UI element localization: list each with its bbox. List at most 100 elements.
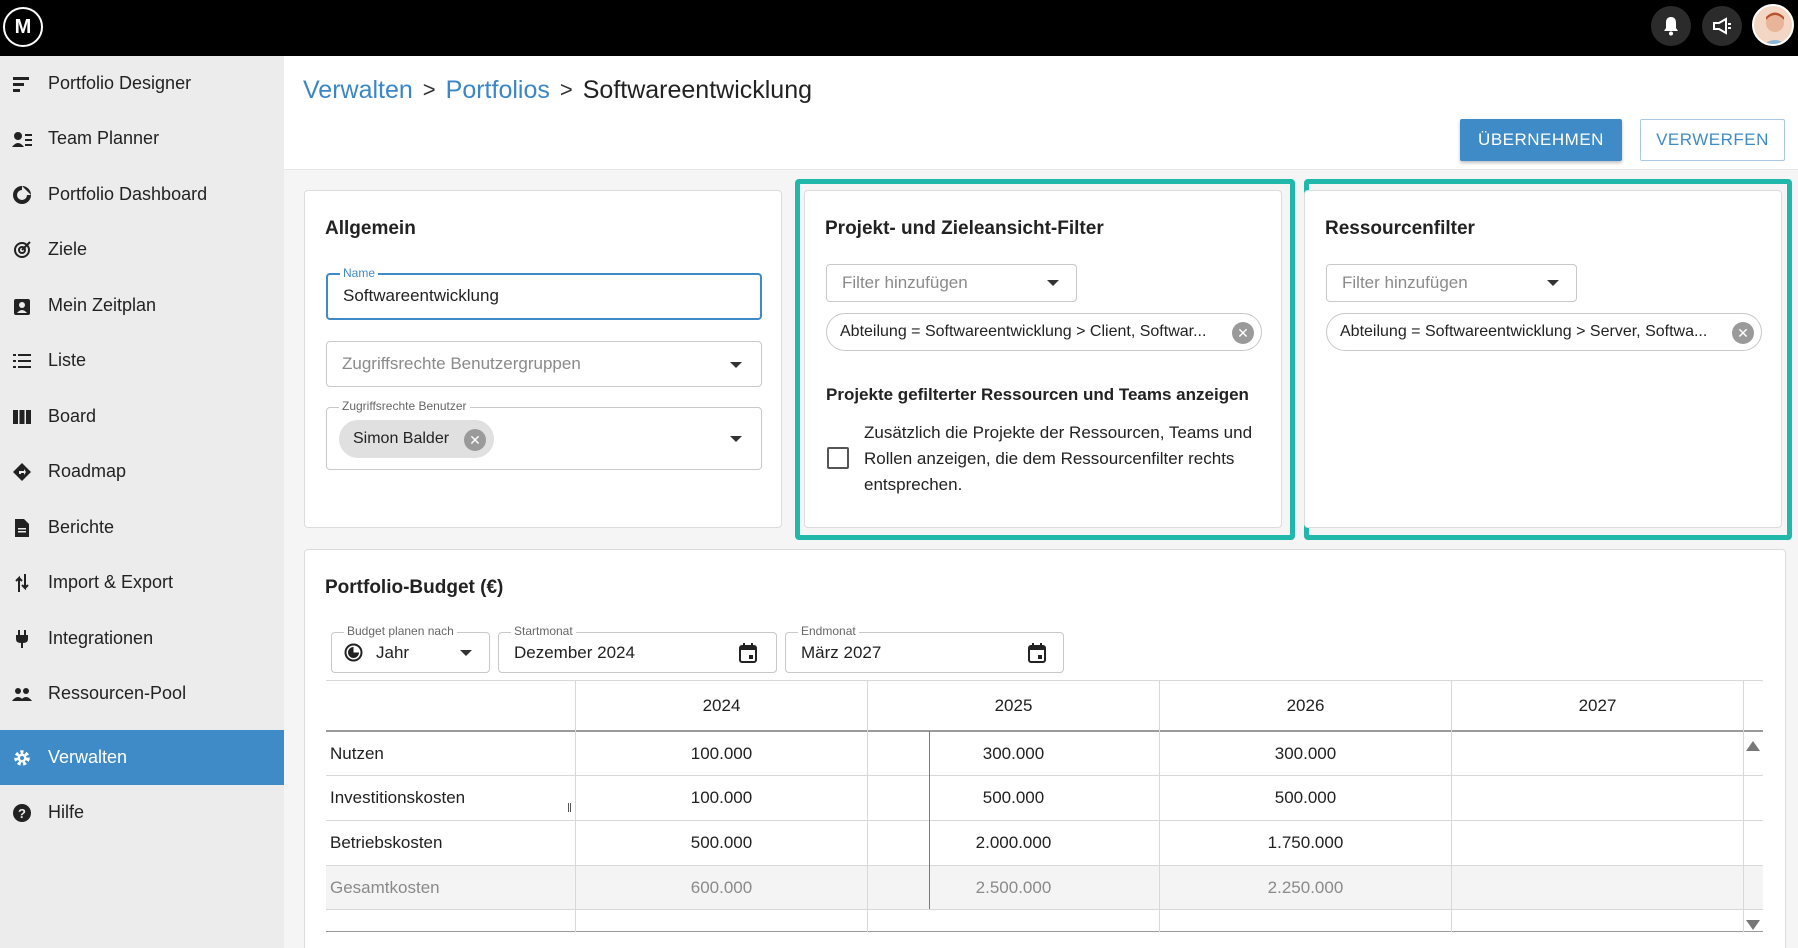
project-filter-subtitle: Projekte gefilterter Ressourcen und Team… — [826, 385, 1249, 404]
megaphone-icon[interactable] — [1702, 6, 1742, 46]
row-label: Investitionskosten — [330, 788, 466, 807]
group-rights-placeholder: Zugriffsrechte Benutzergruppen — [342, 354, 581, 373]
sidebar-item-ressourcen-pool[interactable]: Ressourcen-Pool — [0, 666, 284, 721]
breadcrumb-separator: > — [559, 77, 573, 102]
project-filter-title: Projekt- und Zieleansicht-Filter — [825, 218, 1104, 239]
resource-filter-chip: Abteilung = Softwareentwicklung > Server… — [1326, 313, 1762, 351]
sidebar-item-label: Ressourcen-Pool — [48, 683, 187, 703]
sidebar-item-label: Board — [48, 406, 97, 426]
resource-filter-chip-label: Abteilung = Softwareentwicklung > Server… — [1340, 323, 1708, 340]
column-header: 2026 — [1286, 695, 1325, 715]
column-header: 2025 — [994, 695, 1033, 715]
chevron-down-icon — [730, 436, 742, 442]
user-rights-select[interactable]: Zugriffsrechte Benutzer Simon Balder ✕ — [326, 399, 762, 470]
scroll-down-icon[interactable] — [1746, 917, 1760, 935]
sidebar-item-portfolio-dashboard[interactable]: Portfolio Dashboard — [0, 167, 284, 222]
table-cell[interactable] — [1452, 732, 1743, 775]
remove-chip-icon[interactable]: ✕ — [1232, 322, 1254, 344]
plug-icon — [12, 629, 32, 649]
sidebar-item-label: Mein Zeitplan — [48, 295, 157, 315]
masterplan-logo-icon[interactable]: M — [3, 7, 43, 47]
breadcrumb-link-verwalten[interactable]: Verwalten — [303, 76, 413, 105]
resource-filter-add-placeholder: Filter hinzufügen — [1342, 273, 1468, 292]
time-icon — [344, 643, 363, 667]
sidebar-item-label: Verwalten — [48, 747, 128, 767]
remove-chip-icon[interactable]: ✕ — [464, 429, 486, 451]
project-filter-add-select[interactable]: Filter hinzufügen — [826, 264, 1077, 302]
table-cell[interactable]: 500.000 — [868, 776, 1159, 820]
sidebar-item-verwalten[interactable]: Verwalten — [0, 730, 284, 785]
table-cell[interactable]: 100.000 — [576, 732, 867, 775]
user-avatar[interactable] — [1752, 4, 1794, 46]
group-rights-select[interactable]: Zugriffsrechte Benutzergruppen — [326, 341, 762, 387]
table-cell[interactable]: 300.000 — [1160, 732, 1451, 775]
table-grid-line — [1743, 680, 1744, 932]
sidebar-item-liste[interactable]: Liste — [0, 333, 284, 388]
sidebar-item-roadmap[interactable]: Roadmap — [0, 444, 284, 499]
budget-title: Portfolio-Budget (€) — [325, 577, 504, 598]
table-cell[interactable]: 2.000.000 — [868, 821, 1159, 865]
sidebar-item-board[interactable]: Board — [0, 389, 284, 444]
sidebar-item-import-export[interactable]: Import & Export — [0, 555, 284, 610]
apply-button[interactable]: ÜBERNEHMEN — [1460, 119, 1622, 161]
dashboard-icon — [12, 185, 32, 205]
sidebar-item-label: Team Planner — [48, 128, 160, 148]
table-grid-line — [326, 931, 1763, 932]
end-month-field[interactable]: Endmonat März 2027 — [785, 624, 1064, 673]
column-header: 2027 — [1578, 695, 1617, 715]
sidebar-item-mein-zeitplan[interactable]: Mein Zeitplan — [0, 278, 284, 333]
page-title: Softwareentwicklung — [582, 75, 813, 104]
column-resize-handle[interactable] — [568, 803, 571, 812]
row-label: Gesamtkosten — [330, 877, 440, 897]
sidebar-item-portfolio-designer[interactable]: Portfolio Designer — [0, 56, 284, 111]
discard-button[interactable]: VERWERFEN — [1640, 119, 1785, 161]
plan-by-value: Jahr — [376, 643, 410, 662]
table-cell[interactable]: 100.000 — [576, 776, 867, 820]
resource-filter-title: Ressourcenfilter — [1325, 218, 1475, 239]
project-filter-chip-label: Abteilung = Softwareentwicklung > Client… — [840, 323, 1207, 340]
table-cell[interactable]: 500.000 — [576, 821, 867, 865]
team-planner-icon — [12, 129, 32, 149]
name-field[interactable]: Name Softwareentwicklung — [326, 266, 762, 320]
table-cell[interactable]: 1.750.000 — [1160, 821, 1451, 865]
import-export-icon — [12, 573, 32, 593]
table-cell[interactable]: 500.000 — [1160, 776, 1451, 820]
chevron-down-icon — [1547, 280, 1559, 286]
start-month-field[interactable]: Startmonat Dezember 2024 — [498, 624, 777, 673]
sidebar-item-integrationen[interactable]: Integrationen — [0, 611, 284, 666]
row-label: Nutzen — [330, 743, 384, 763]
board-icon — [12, 407, 32, 427]
people-icon — [12, 684, 32, 704]
sidebar-item-label: Roadmap — [48, 461, 127, 481]
resource-filter-card: Ressourcenfilter Filter hinzufügen Abtei… — [1304, 190, 1782, 528]
calendar-icon[interactable] — [1028, 643, 1046, 668]
breadcrumb-link-portfolios[interactable]: Portfolios — [446, 76, 550, 105]
table-cell[interactable] — [1452, 821, 1743, 865]
sidebar-item-ziele[interactable]: Ziele — [0, 222, 284, 277]
report-icon — [12, 518, 32, 538]
sidebar-item-label: Import & Export — [48, 572, 174, 592]
scroll-up-icon[interactable] — [1746, 738, 1760, 756]
list-icon — [12, 351, 32, 371]
sidebar-item-hilfe[interactable]: ? Hilfe — [0, 785, 284, 840]
sidebar-item-team-planner[interactable]: Team Planner — [0, 111, 284, 166]
sidebar-item-berichte[interactable]: Berichte — [0, 500, 284, 555]
start-month-value: Dezember 2024 — [514, 643, 635, 662]
table-cell[interactable]: 300.000 — [868, 732, 1159, 775]
table-cell[interactable] — [1452, 776, 1743, 820]
general-card: Allgemein Name Softwareentwicklung Zugri… — [304, 190, 782, 528]
remove-chip-icon[interactable]: ✕ — [1732, 322, 1754, 344]
show-projects-checkbox[interactable] — [827, 447, 849, 469]
sidebar-item-label: Hilfe — [48, 802, 85, 822]
help-icon: ? — [12, 803, 32, 823]
project-filter-chip: Abteilung = Softwareentwicklung > Client… — [826, 313, 1262, 351]
gear-icon — [12, 748, 32, 768]
top-bar: M — [0, 0, 1798, 56]
calendar-icon[interactable] — [739, 643, 757, 668]
column-header: 2024 — [702, 695, 741, 715]
bell-icon[interactable] — [1651, 6, 1691, 46]
budget-card: Portfolio-Budget (€) Budget planen nach … — [304, 549, 1786, 948]
resource-filter-add-select[interactable]: Filter hinzufügen — [1326, 264, 1577, 302]
roadmap-icon — [12, 462, 32, 482]
plan-by-select[interactable]: Budget planen nach Jahr — [331, 624, 490, 673]
